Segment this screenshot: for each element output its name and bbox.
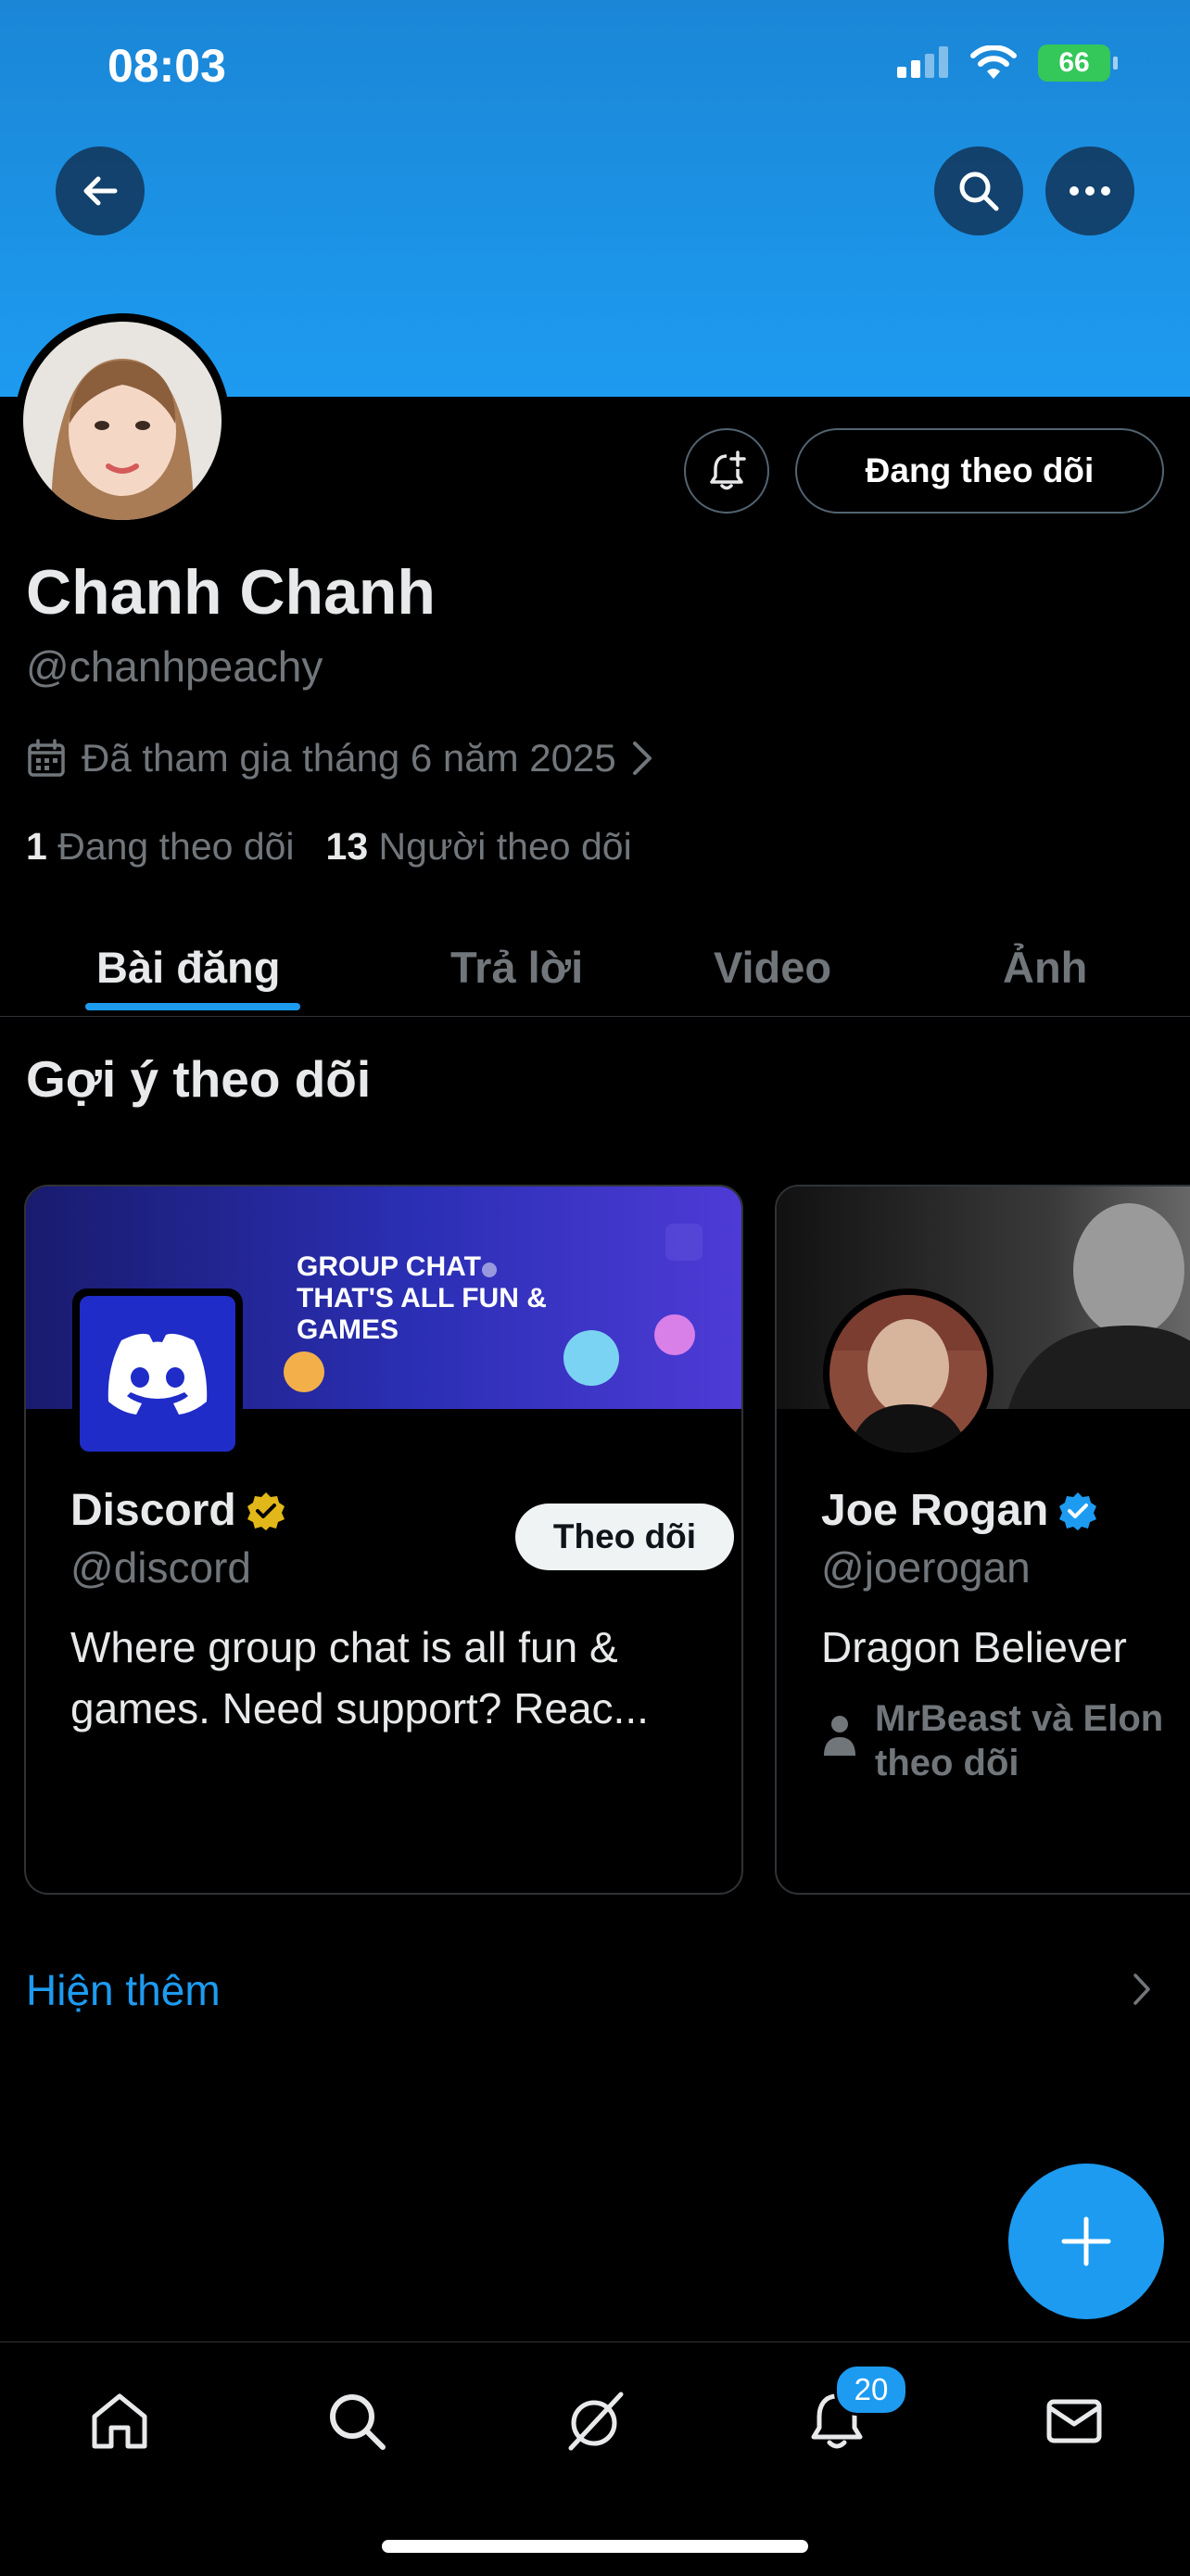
avatar-photo <box>23 322 222 520</box>
plus-icon <box>1061 2216 1111 2266</box>
followers-label: Người theo dõi <box>378 825 632 868</box>
joerogan-name: Joe Rogan <box>821 1486 1049 1535</box>
joerogan-avatar-photo <box>829 1295 987 1453</box>
discord-logo-icon <box>108 1333 208 1415</box>
following-label: Đang theo dõi <box>57 825 295 868</box>
battery-indicator: 66 <box>1038 44 1118 82</box>
home-icon <box>92 2393 147 2449</box>
following-button[interactable]: Đang theo dõi <box>795 428 1164 514</box>
following-count: 1 <box>26 825 47 868</box>
social-context-line-2: theo dõi <box>875 1743 1019 1783</box>
discord-banner-text: GROUP CHAT THAT'S ALL FUN & GAMES <box>297 1251 547 1345</box>
discord-bio-line-1: Where group chat is all fun & <box>70 1623 618 1671</box>
search-icon <box>330 2394 386 2450</box>
joerogan-avatar <box>823 1288 994 1459</box>
following-count-link[interactable]: 1 Đang theo dõi <box>26 825 295 869</box>
wifi-icon <box>970 45 1017 79</box>
arrow-left-icon <box>83 176 118 206</box>
nav-messages[interactable] <box>1032 2379 1116 2463</box>
verified-blue-icon <box>1059 1491 1097 1530</box>
more-dots-icon <box>1070 186 1110 196</box>
verified-gold-icon <box>247 1491 285 1530</box>
battery-level: 66 <box>1058 47 1090 78</box>
joined-date-text: Đã tham gia tháng 6 năm 2025 <box>82 736 616 780</box>
joerogan-handle: @joerogan <box>821 1543 1031 1592</box>
tab-photos[interactable]: Ảnh <box>1003 918 1087 1016</box>
profile-name: Chanh Chanh <box>26 557 436 628</box>
joerogan-social-context: MrBeast và Elon theo dõi <box>821 1696 1163 1785</box>
home-indicator[interactable] <box>382 2540 808 2553</box>
status-indicators: 66 <box>897 44 1118 82</box>
nav-explore[interactable] <box>315 2379 399 2463</box>
search-icon <box>959 171 999 211</box>
discord-name: Discord <box>70 1486 236 1535</box>
suggestions-title: Gợi ý theo dõi <box>26 1050 372 1108</box>
more-options-button[interactable] <box>1045 146 1134 235</box>
tab-videos[interactable]: Video <box>714 918 831 1016</box>
joerogan-name-row: Joe Rogan <box>821 1485 1098 1536</box>
person-icon <box>824 1716 855 1756</box>
cellular-signal-icon <box>897 46 948 78</box>
chevron-right-icon <box>632 742 652 775</box>
profile-avatar[interactable] <box>15 313 230 528</box>
joined-date-row[interactable]: Đã tham gia tháng 6 năm 2025 <box>26 736 653 780</box>
followers-count-link[interactable]: 13 Người theo dõi <box>326 825 632 869</box>
grok-icon <box>568 2392 624 2451</box>
bell-plus-icon <box>710 450 746 490</box>
suggestion-card-joerogan[interactable]: Joe Rogan @joerogan Dragon Believer MrBe… <box>775 1185 1190 1895</box>
show-more-link[interactable]: Hiện thêm <box>26 1965 221 2015</box>
tab-posts[interactable]: Bài đăng <box>96 918 280 1016</box>
notifications-badge: 20 <box>834 2364 908 2416</box>
joerogan-bio: Dragon Believer <box>821 1623 1127 1671</box>
status-time: 08:03 <box>108 40 226 92</box>
calendar-icon <box>28 739 65 777</box>
back-button[interactable] <box>56 146 145 235</box>
mail-icon <box>1046 2399 1102 2443</box>
discord-bio: Where group chat is all fun & games. Nee… <box>70 1617 649 1739</box>
discord-handle: @discord <box>70 1543 251 1592</box>
follow-discord-button[interactable]: Theo dõi <box>515 1504 734 1570</box>
social-context-line-1: MrBeast và Elon <box>875 1698 1164 1739</box>
discord-bio-line-2: games. Need support? Reac... <box>70 1684 649 1732</box>
chevron-right-icon <box>1133 1973 1150 2005</box>
profile-tabs: Bài đăng Trả lời Video Ảnh <box>0 918 1190 1017</box>
nav-grok[interactable] <box>554 2379 638 2463</box>
notifications-subscribe-button[interactable] <box>684 428 769 514</box>
active-tab-indicator <box>85 1003 300 1010</box>
suggestion-card-discord[interactable]: GROUP CHAT THAT'S ALL FUN & GAMES Discor… <box>24 1185 743 1895</box>
avatar <box>23 322 222 520</box>
follow-counts: 1 Đang theo dõi 13 Người theo dõi <box>26 825 632 869</box>
followers-count: 13 <box>325 825 369 868</box>
tab-replies[interactable]: Trả lời <box>450 918 583 1016</box>
profile-handle: @chanhpeachy <box>26 642 323 691</box>
search-button[interactable] <box>934 146 1023 235</box>
nav-home[interactable] <box>78 2379 161 2463</box>
compose-post-button[interactable] <box>1008 2164 1164 2319</box>
discord-name-row: Discord <box>70 1485 286 1536</box>
discord-avatar <box>72 1288 243 1459</box>
